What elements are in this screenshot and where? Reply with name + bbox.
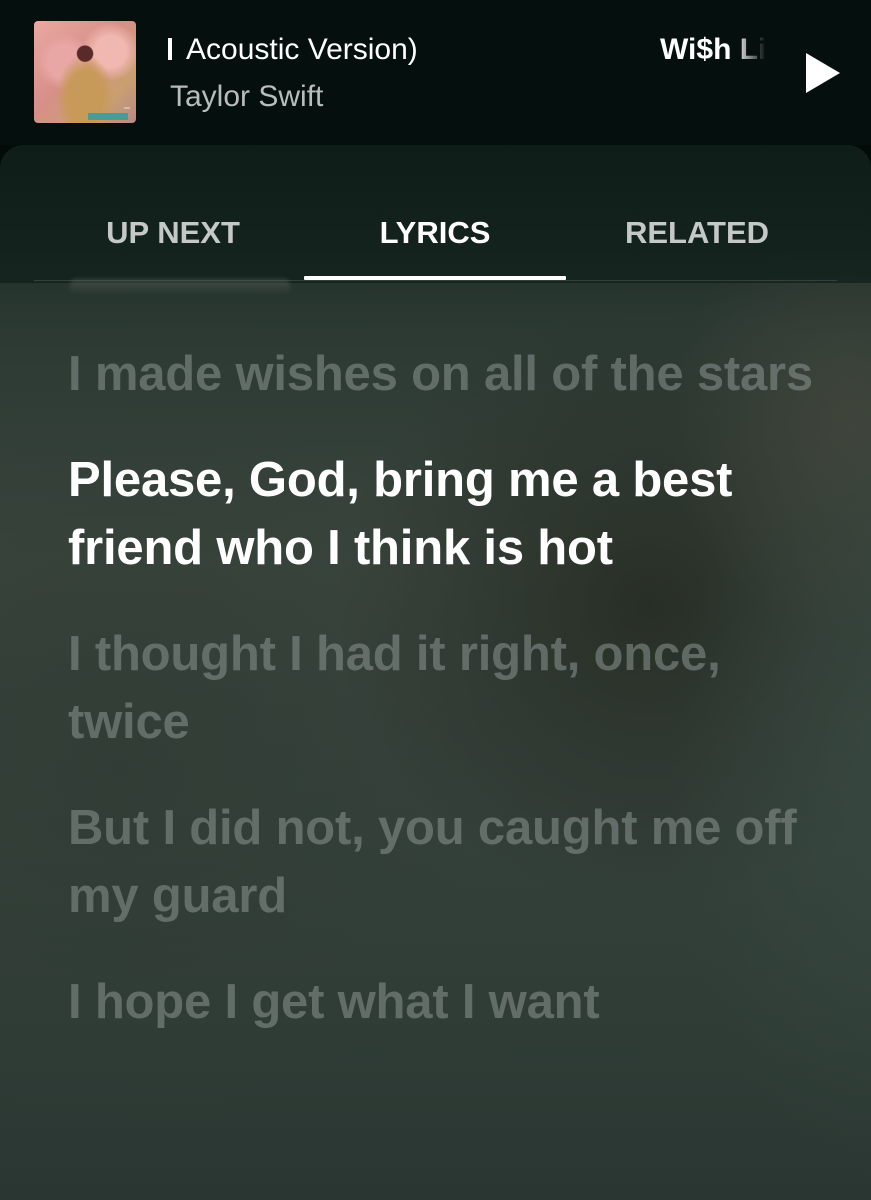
lyrics-sheet: UP NEXT LYRICS RELATED I made wishes on … — [0, 145, 871, 1200]
lyric-line[interactable]: I made wishes on all of the stars — [68, 340, 828, 408]
track-title: Acoustic Version) — [168, 33, 418, 67]
album-art[interactable] — [34, 21, 136, 123]
track-artist: Taylor Swift — [170, 80, 324, 113]
lyric-line-current[interactable]: Please, God, bring me a best friend who … — [68, 446, 828, 582]
track-title-text: Acoustic Version) — [186, 33, 418, 66]
play-button[interactable] — [796, 48, 846, 98]
tab-bar: UP NEXT LYRICS RELATED — [0, 145, 871, 283]
tab-up-next[interactable]: UP NEXT — [68, 213, 278, 253]
scrolling-title: Wi$h Li — [660, 33, 766, 66]
faded-previous-lyric — [70, 279, 290, 295]
tab-related[interactable]: RELATED — [592, 213, 802, 253]
lyric-spacer — [68, 756, 828, 794]
lyric-line[interactable]: But I did not, you caught me off my guar… — [68, 794, 828, 930]
truncated-text-marker — [168, 38, 172, 60]
tab-lyrics[interactable]: LYRICS — [304, 213, 566, 253]
mini-player[interactable]: Acoustic Version) Taylor Swift Wi$h Li — [0, 0, 871, 145]
lyrics-list[interactable]: I made wishes on all of the stars Please… — [68, 340, 828, 1036]
play-icon — [806, 53, 840, 93]
lyric-line[interactable]: I hope I get what I want — [68, 968, 828, 1036]
lyric-line[interactable]: I thought I had it right, once, twice — [68, 620, 828, 756]
lyric-spacer — [68, 930, 828, 968]
track-info[interactable]: Acoustic Version) Taylor Swift — [168, 30, 618, 120]
lyric-spacer — [68, 408, 828, 446]
music-player-screen: Acoustic Version) Taylor Swift Wi$h Li U… — [0, 0, 871, 1200]
lyric-spacer — [68, 582, 828, 620]
